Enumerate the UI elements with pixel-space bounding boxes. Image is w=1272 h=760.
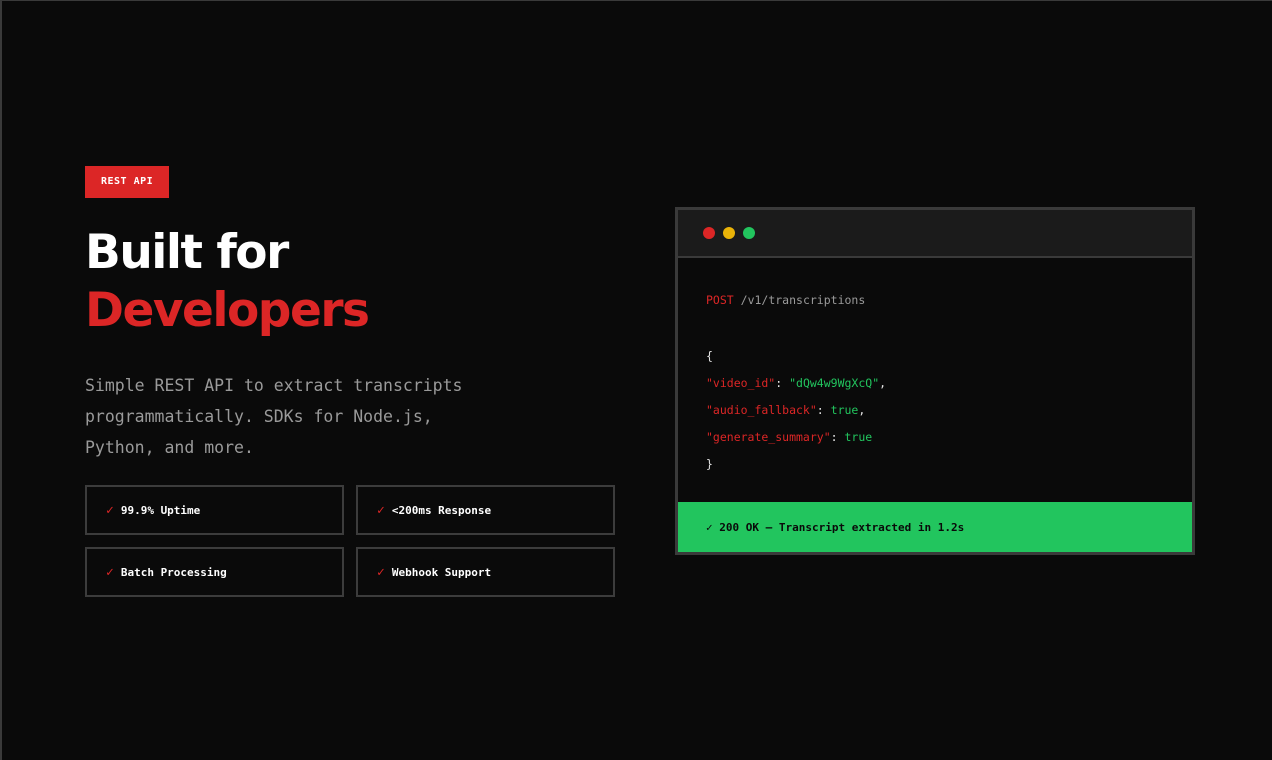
check-icon: ✓	[106, 502, 114, 518]
terminal-body: POST /v1/transcriptions { "video_id": "d…	[678, 258, 1192, 484]
json-trail: ,	[858, 403, 866, 417]
terminal-title-bar	[678, 210, 1192, 258]
feature-webhook: ✓ Webhook Support	[356, 547, 615, 597]
check-icon: ✓	[106, 564, 114, 580]
json-field: "video_id": "dQw4w9WgXcQ",	[706, 376, 1192, 403]
request-path: /v1/transcriptions	[740, 293, 866, 307]
json-key: "audio_fallback"	[706, 403, 817, 417]
request-line: POST /v1/transcriptions	[706, 293, 1192, 307]
feature-uptime: ✓ 99.9% Uptime	[85, 485, 344, 535]
minimize-dot-icon	[723, 227, 735, 239]
json-sep: :	[816, 403, 831, 417]
http-method: POST	[706, 293, 734, 307]
check-icon: ✓	[377, 502, 385, 518]
json-close-brace: }	[706, 457, 713, 471]
feature-batch: ✓ Batch Processing	[85, 547, 344, 597]
json-sep: :	[775, 376, 790, 390]
json-open-brace: {	[706, 349, 713, 363]
json-field: "audio_fallback": true,	[706, 403, 1192, 430]
json-value: "dQw4w9WgXcQ"	[789, 376, 880, 390]
feature-label: Webhook Support	[391, 565, 492, 579]
check-icon: ✓	[377, 564, 385, 580]
hero-description: Simple REST API to extract transcripts p…	[85, 376, 463, 457]
request-json: { "video_id": "dQw4w9WgXcQ", "audio_fall…	[706, 349, 1192, 484]
feature-grid: ✓ 99.9% Uptime ✓ <200ms Response ✓ Batch…	[85, 485, 615, 597]
close-dot-icon	[703, 227, 715, 239]
maximize-dot-icon	[743, 227, 755, 239]
page-title: Built for Developers	[85, 224, 625, 340]
feature-label: <200ms Response	[391, 503, 492, 517]
headline-line-2: Developers	[85, 283, 370, 338]
json-field: "generate_summary": true	[706, 430, 1192, 457]
feature-response: ✓ <200ms Response	[356, 485, 615, 535]
json-trail: ,	[879, 376, 887, 390]
status-bar: ✓ 200 OK — Transcript extracted in 1.2s	[678, 502, 1192, 552]
feature-label: 99.9% Uptime	[120, 503, 201, 517]
feature-label: Batch Processing	[120, 565, 227, 579]
json-sep: :	[830, 430, 845, 444]
json-value: true	[844, 430, 873, 444]
headline-line-1: Built for	[85, 225, 289, 280]
rest-api-badge: REST API	[85, 166, 170, 198]
json-key: "video_id"	[706, 376, 776, 390]
hero-section: REST API Built for Developers Simple RES…	[85, 166, 625, 597]
code-terminal: POST /v1/transcriptions { "video_id": "d…	[675, 207, 1195, 555]
json-key: "generate_summary"	[706, 430, 831, 444]
json-value: true	[830, 403, 859, 417]
